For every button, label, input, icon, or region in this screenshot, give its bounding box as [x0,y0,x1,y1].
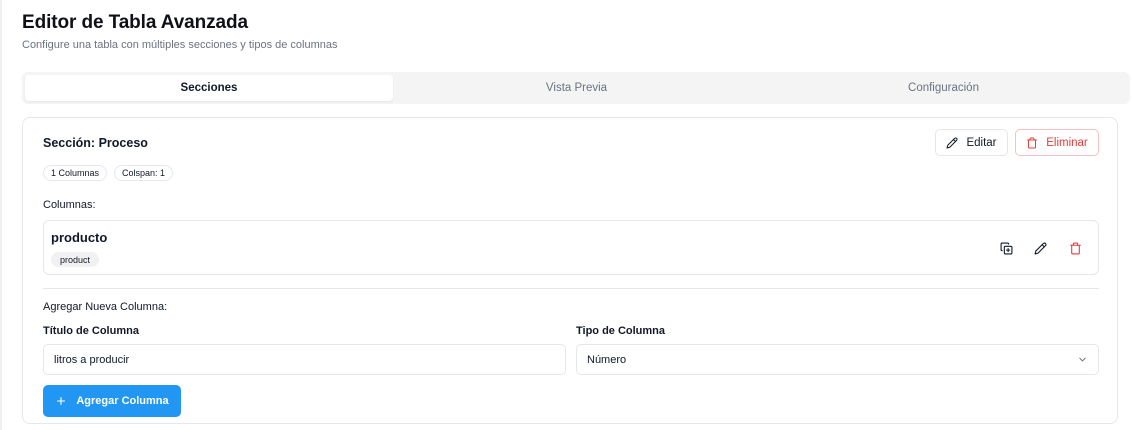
delete-column-button[interactable] [1065,238,1085,258]
page-subtitle: Configure una tabla con múltiples seccio… [22,39,338,51]
section-badges: 1 Columnas Colspan: 1 [43,165,174,181]
trash-icon [1026,137,1038,149]
plus-icon [55,395,67,407]
divider [43,288,1099,289]
delete-section-label: Eliminar [1046,136,1088,149]
colspan-badge: Colspan: 1 [114,165,174,181]
left-border [0,0,2,430]
columns-count-badge: 1 Columnas [43,165,108,181]
chevron-down-icon [1077,354,1088,365]
column-key-tag: product [51,252,100,267]
tab-secciones[interactable]: Secciones [25,75,393,101]
column-type-label: Tipo de Columna [576,325,666,337]
tab-vista-previa[interactable]: Vista Previa [393,75,760,101]
copy-icon [1000,242,1013,255]
edit-column-button[interactable] [1030,238,1050,258]
column-type-select[interactable]: Número [576,344,1099,375]
column-type-value: Número [587,353,627,366]
column-title-input[interactable] [43,344,566,375]
pencil-icon [946,136,958,149]
section-title: Sección: Proceso [43,136,148,150]
tab-configuracion[interactable]: Configuración [760,75,1127,101]
add-column-label: Agregar Columna [76,395,169,407]
column-name: producto [51,230,108,245]
delete-section-button[interactable]: Eliminar [1015,129,1099,156]
edit-section-label: Editar [966,136,997,149]
pencil-icon [1034,242,1047,255]
column-item: producto product [43,220,1099,275]
add-column-heading: Agregar Nueva Columna: [43,301,168,313]
column-title-label: Título de Columna [43,325,139,337]
add-column-button[interactable]: Agregar Columna [43,385,181,417]
columns-label: Columnas: [43,199,96,211]
edit-section-button[interactable]: Editar [935,129,1008,156]
duplicate-column-button[interactable] [996,238,1016,258]
tab-list: Secciones Vista Previa Configuración [22,72,1130,104]
section-card: Sección: Proceso Editar Eliminar 1 Colum… [22,117,1118,424]
trash-icon [1069,242,1082,255]
page-title: Editor de Tabla Avanzada [22,12,248,33]
